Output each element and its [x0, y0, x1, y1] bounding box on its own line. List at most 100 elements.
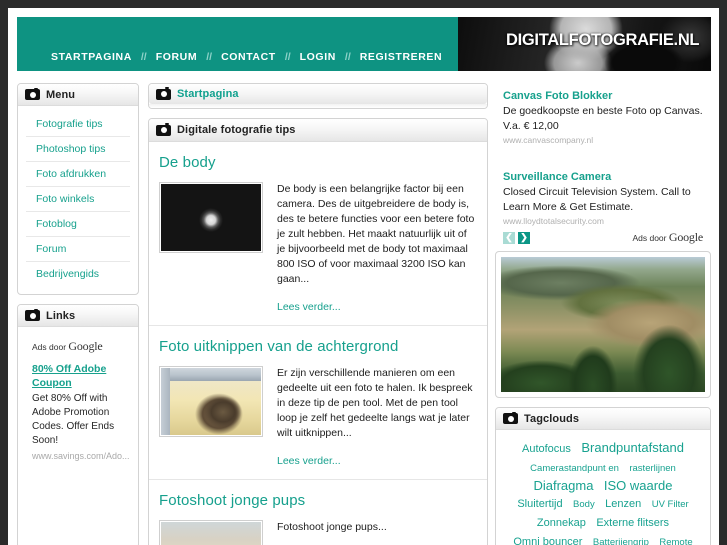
tag-body[interactable]: Body: [573, 496, 595, 513]
nav-item-forum[interactable]: FORUM: [147, 51, 207, 63]
article-title[interactable]: Fotoshoot jonge pups: [159, 492, 477, 509]
panel-links-body: Ads door Google 80% Off Adobe Coupon Get…: [18, 327, 138, 545]
ads-label-prefix: Ads door: [32, 342, 67, 352]
google-wordmark: Google: [668, 230, 703, 244]
tag-omni-bouncer[interactable]: Omni bouncer: [513, 534, 582, 545]
tag-externe-flitsers[interactable]: Externe flitsers: [596, 515, 669, 532]
sidebar-right: Canvas Foto Blokker De goedkoopste en be…: [495, 83, 711, 545]
tagcloud-list: Autofocus Brandpuntafstand Camerastandpu…: [496, 430, 710, 545]
left-ad-title[interactable]: 80% Off Adobe Coupon: [32, 362, 130, 390]
nav-item-login[interactable]: LOGIN: [291, 51, 345, 63]
tag-lenzen[interactable]: Lenzen: [605, 496, 641, 513]
sidebar-item-fotografie-tips[interactable]: Fotografie tips: [26, 112, 130, 136]
main-navigation: STARTPAGINA // FORUM // CONTACT // LOGIN…: [42, 51, 451, 63]
nav-item-contact[interactable]: CONTACT: [212, 51, 285, 63]
sidebar-item-bedrijvengids[interactable]: Bedrijvengids: [26, 262, 130, 286]
sidebar-item-foto-winkels[interactable]: Foto winkels: [26, 187, 130, 211]
forest-landscape-image: [501, 257, 705, 392]
right-ad-url-surveillance: www.lloydtotalsecurity.com: [503, 216, 604, 226]
ad-spacer: [503, 149, 707, 171]
list-item: Bedrijvengids: [26, 262, 130, 286]
article-thumbnail[interactable]: [159, 366, 263, 437]
tag-autofocus[interactable]: Autofocus: [522, 441, 571, 458]
right-ad-title-canvas[interactable]: Canvas Foto Blokker: [503, 90, 707, 102]
panel-links: Links Ads door Google 80% Off Adobe Coup…: [17, 304, 139, 545]
tag-sluitertijd[interactable]: Sluitertijd: [517, 496, 562, 513]
puppy-image: [161, 522, 261, 545]
right-ad-text-canvas: De goedkoopste en beste Foto op Canvas. …: [503, 105, 703, 132]
sidebar-photo-panel: [495, 251, 711, 398]
tag-remote[interactable]: Remote: [659, 534, 692, 545]
article-excerpt-wrap: Er zijn verschillende manieren om een ge…: [277, 366, 477, 469]
ads-footer: ❮ ❯ Ads door Google: [503, 230, 707, 245]
breadcrumb-header: Startpagina: [149, 84, 487, 104]
tag-iso-waarde[interactable]: ISO waarde: [604, 477, 673, 494]
nav-item-registreren[interactable]: REGISTREREN: [351, 51, 451, 63]
camera-icon: [156, 87, 171, 100]
site-header: DIGITALFOTOGRAFIE.NL STARTPAGINA // FORU…: [17, 17, 711, 71]
list-item: Foto winkels: [26, 187, 130, 212]
article-item: De body De body is een belangrijke facto…: [149, 142, 487, 326]
read-more-link[interactable]: Lees verder...: [277, 454, 341, 469]
tag-uv-filter[interactable]: UV Filter: [652, 496, 689, 513]
article-body: De body is een belangrijke factor bij ee…: [159, 182, 477, 315]
article-item: Foto uitknippen van de achtergrond Er zi…: [149, 326, 487, 480]
google-ads-label: Ads door Google: [632, 230, 703, 245]
article-excerpt: Er zijn verschillende manieren om een ge…: [277, 367, 473, 439]
read-more-link[interactable]: Lees verder...: [277, 300, 341, 315]
sidebar-item-fotoblog[interactable]: Fotoblog: [26, 212, 130, 236]
tag-brandpuntafstand[interactable]: Brandpuntafstand: [581, 439, 684, 456]
camera-icon: [25, 87, 40, 100]
site-brand-title: DIGITALFOTOGRAFIE.NL: [506, 31, 700, 49]
camera-icon: [25, 308, 40, 321]
panel-tagclouds: Tagclouds Autofocus Brandpuntafstand Cam…: [495, 407, 711, 545]
list-item: Fotografie tips: [26, 112, 130, 137]
sidebar-left: Menu Fotografie tips Photoshop tips Foto…: [17, 83, 139, 545]
breadcrumb-footer-strip: [149, 104, 487, 108]
dslr-camera-body-image: [161, 184, 261, 251]
panel-links-title: Links: [46, 309, 76, 322]
article-excerpt: De body is een belangrijke factor bij ee…: [277, 183, 475, 285]
article-thumbnail[interactable]: [159, 182, 263, 253]
panel-menu: Menu Fotografie tips Photoshop tips Foto…: [17, 83, 139, 295]
article-body: Er zijn verschillende manieren om een ge…: [159, 366, 477, 469]
ad-item: Surveillance Camera Closed Circuit Telev…: [503, 171, 707, 226]
ads-label-prefix: Ads door: [632, 233, 667, 243]
left-ad-text: Get 80% Off with Adobe Promotion Codes. …: [32, 393, 115, 446]
article-item: Fotoshoot jonge pups Fotoshoot jonge pup…: [149, 480, 487, 545]
ad-item: Canvas Foto Blokker De goedkoopste en be…: [503, 90, 707, 145]
page-root: DIGITALFOTOGRAFIE.NL STARTPAGINA // FORU…: [8, 8, 719, 545]
tag-zonnekap[interactable]: Zonnekap: [537, 515, 586, 532]
right-ad-title-surveillance[interactable]: Surveillance Camera: [503, 171, 707, 183]
tag-batterijengrip[interactable]: Batterijengrip: [593, 534, 649, 545]
header-banner-photo: DIGITALFOTOGRAFIE.NL: [458, 17, 711, 71]
google-ads-block: Canvas Foto Blokker De goedkoopste en be…: [495, 83, 711, 251]
camera-icon: [156, 123, 171, 136]
nav-item-startpagina[interactable]: STARTPAGINA: [42, 51, 141, 63]
tag-diafragma[interactable]: Diafragma: [533, 477, 593, 494]
article-thumbnail[interactable]: [159, 520, 263, 545]
sidebar-item-forum[interactable]: Forum: [26, 237, 130, 261]
tag-rasterlijnen[interactable]: rasterlijnen: [629, 460, 675, 477]
camera-icon: [503, 411, 518, 424]
article-title[interactable]: Foto uitknippen van de achtergrond: [159, 338, 477, 355]
google-wordmark: Google: [68, 339, 103, 353]
chevron-right-icon[interactable]: ❯: [518, 231, 530, 244]
tag-camerastandpunt[interactable]: Camerastandpunt en: [530, 460, 619, 477]
article-body: Fotoshoot jonge pups... Lees verder...: [159, 520, 477, 545]
list-item: Photoshop tips: [26, 137, 130, 162]
panel-tagclouds-header: Tagclouds: [496, 408, 710, 430]
sidebar-item-photoshop-tips[interactable]: Photoshop tips: [26, 137, 130, 161]
ad-pagination: ❮ ❯: [503, 231, 530, 244]
main-content: Startpagina Digitale fotografie tips De …: [148, 83, 488, 545]
breadcrumb-label[interactable]: Startpagina: [177, 88, 239, 100]
article-title[interactable]: De body: [159, 154, 477, 171]
panel-menu-title: Menu: [46, 88, 76, 101]
right-ad-text-surveillance: Closed Circuit Television System. Call t…: [503, 186, 691, 213]
sidebar-item-foto-afdrukken[interactable]: Foto afdrukken: [26, 162, 130, 186]
breadcrumb: Startpagina: [148, 83, 488, 109]
panel-tips-title: Digitale fotografie tips: [177, 124, 296, 136]
article-excerpt-wrap: Fotoshoot jonge pups... Lees verder...: [277, 520, 477, 545]
panel-tips-header: Digitale fotografie tips: [149, 119, 487, 142]
chevron-left-icon[interactable]: ❮: [503, 231, 515, 244]
